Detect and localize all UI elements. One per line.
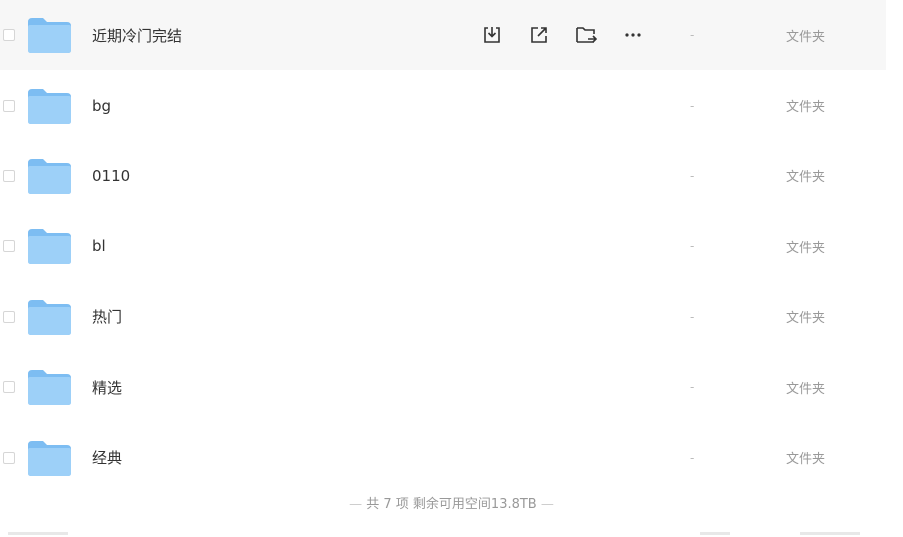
file-row[interactable]: bg - 文件夹 [0,70,886,140]
row-checkbox[interactable] [3,99,15,112]
bottom-bar-element [700,532,730,535]
file-name[interactable]: bl [92,237,106,255]
file-name[interactable]: 热门 [92,306,122,327]
more-button[interactable] [621,23,645,47]
file-type: 文件夹 [786,240,826,256]
file-row[interactable]: 热门 - 文件夹 [0,282,886,352]
file-name[interactable]: 0110 [92,167,130,185]
folder-icon [28,299,71,335]
file-row[interactable]: 精选 - 文件夹 [0,352,886,422]
file-name[interactable]: bg [92,97,111,115]
file-row[interactable]: 经典 - 文件夹 [0,422,886,492]
share-button[interactable] [527,23,551,47]
folder-icon [28,18,71,54]
move-button[interactable] [574,23,598,47]
row-checkbox[interactable] [3,381,15,394]
storage-summary: — 共 7 项 剩余可用空间13.8TB — [0,493,903,512]
file-size: - [690,98,695,113]
file-size: - [690,168,695,183]
download-button[interactable] [480,23,504,47]
folder-icon [28,370,71,406]
folder-icon [28,440,71,476]
share-icon [531,27,547,43]
bottom-bar-element [800,532,860,535]
bottom-toolbar-partial [0,530,903,537]
file-name[interactable]: 精选 [92,377,122,398]
row-checkbox[interactable] [3,240,15,253]
file-size: - [690,28,695,43]
file-size: - [690,309,695,324]
footer-dash-right: — [540,497,554,512]
file-type: 文件夹 [786,311,826,327]
row-checkbox[interactable] [3,29,15,42]
move-icon [576,27,597,43]
file-type: 文件夹 [786,100,826,116]
file-row[interactable]: bl - 文件夹 [0,211,886,281]
file-row[interactable]: 0110 - 文件夹 [0,141,886,211]
row-checkbox[interactable] [3,451,15,464]
file-type: 文件夹 [786,381,826,397]
download-icon [484,27,500,43]
folder-icon [28,158,71,194]
file-size: - [690,239,695,254]
row-actions [480,23,668,47]
file-name[interactable]: 近期冷门完结 [92,25,182,46]
storage-summary-text: 共 7 项 剩余可用空间13.8TB [366,497,537,512]
row-checkbox[interactable] [3,169,15,182]
footer-dash-left: — [349,497,363,512]
more-icon [625,33,641,37]
file-name[interactable]: 经典 [92,447,122,468]
file-size: - [690,450,695,465]
bottom-bar-element [8,532,68,535]
file-type: 文件夹 [786,452,826,468]
file-size: - [690,380,695,395]
folder-icon [28,88,71,124]
row-checkbox[interactable] [3,310,15,323]
file-type: 文件夹 [786,29,826,45]
folder-icon [28,229,71,265]
file-row[interactable]: 近期冷门完结 - 文件夹 [0,0,886,71]
file-list: 近期冷门完结 - 文件夹 bg - 文件夹 0110 - 文件夹 bl - 文件… [0,0,903,493]
file-type: 文件夹 [786,170,826,186]
